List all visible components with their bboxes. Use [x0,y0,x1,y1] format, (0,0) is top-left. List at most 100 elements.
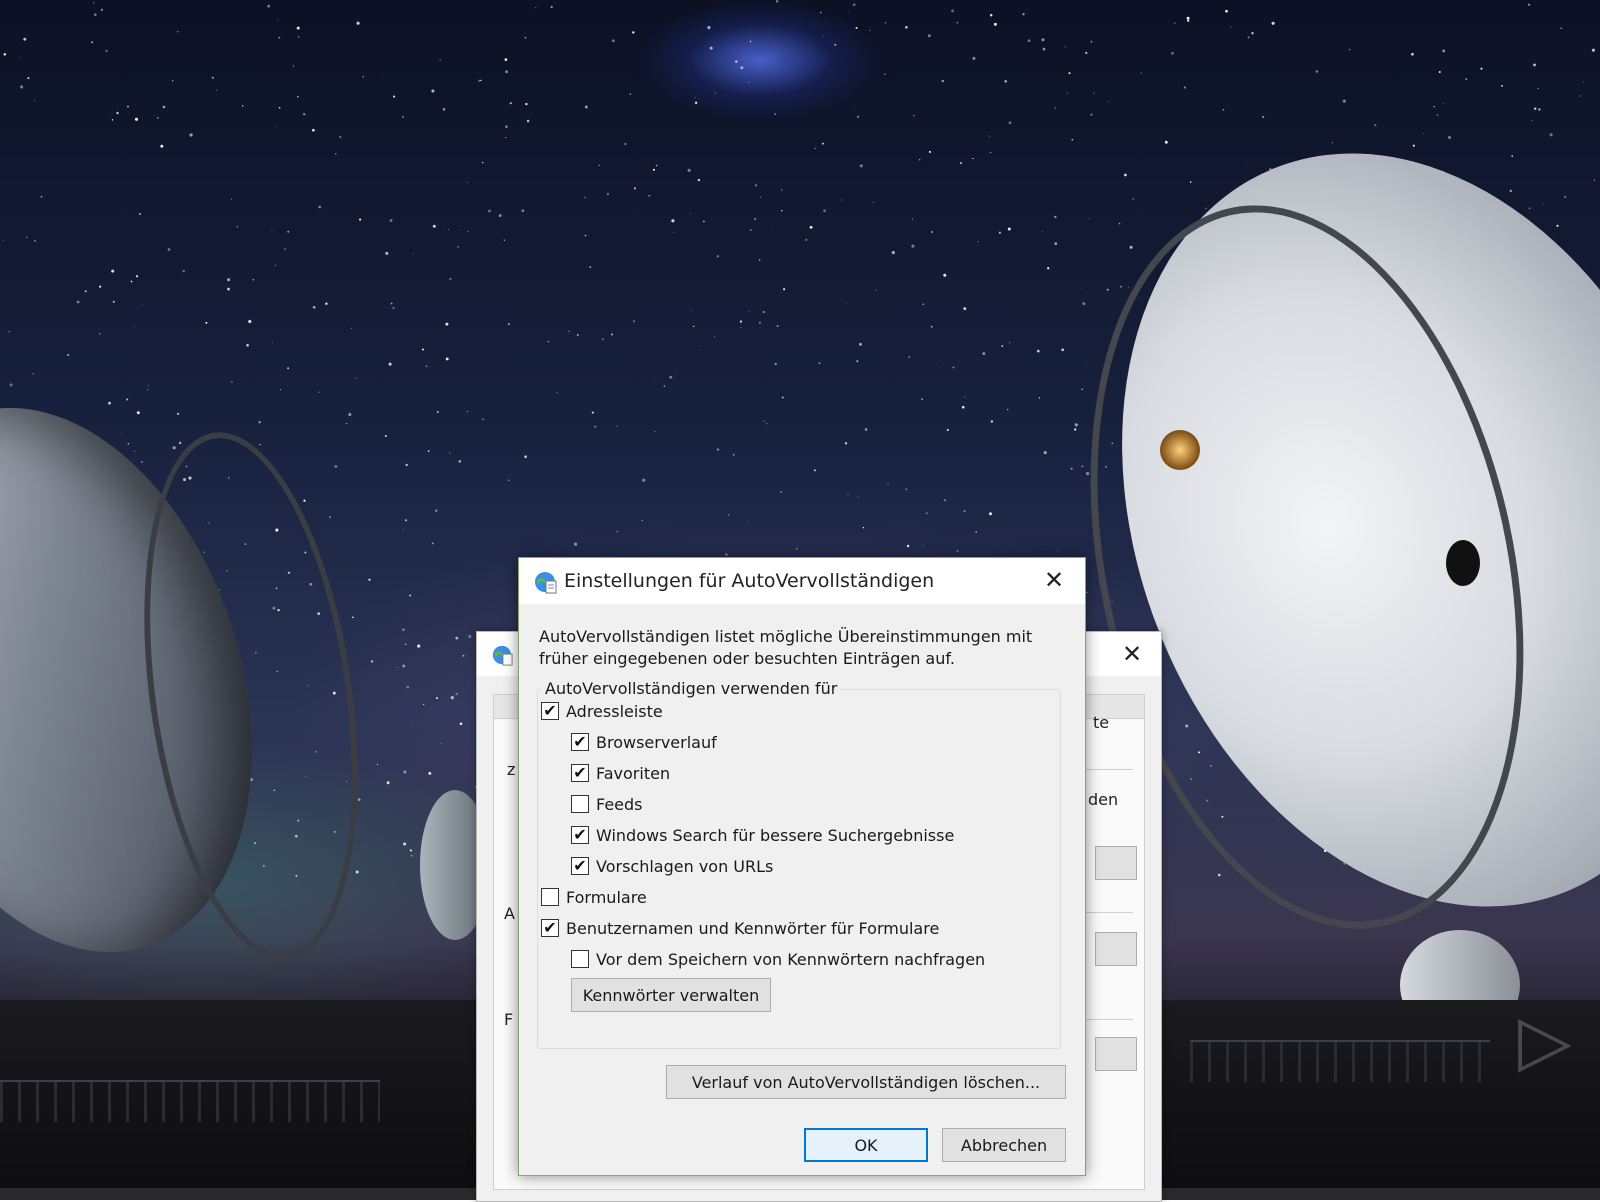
dialog-titlebar[interactable]: Einstellungen für AutoVervollständigen ✕ [519,558,1085,604]
star [781,396,784,399]
checkbox-label[interactable]: Benutzernamen und Kennwörter für Formula… [566,919,939,938]
star [943,499,947,502]
star [776,325,779,328]
checkbox-browserverlauf[interactable]: ✔ Browserverlauf [571,730,717,754]
star [134,117,139,121]
star [925,512,928,515]
star [846,302,848,304]
star [906,544,910,548]
checkbox-vorschlagen-urls[interactable]: ✔ Vorschlagen von URLs [571,854,773,878]
checkbox-label[interactable]: Vor dem Speichern von Kennwörtern nachfr… [596,950,985,969]
checkbox-box[interactable]: ✔ [571,733,589,751]
star [459,229,461,231]
star [856,115,860,118]
star [598,164,600,166]
star [809,225,813,229]
checkbox-benutzernamen-kennwoerter[interactable]: ✔ Benutzernamen und Kennwörter für Formu… [541,916,939,940]
star [505,137,507,139]
star [813,469,816,472]
checkbox-box[interactable]: ✔ [571,764,589,782]
checkbox-label[interactable]: Formulare [566,888,647,907]
star [535,7,537,9]
star [466,181,469,183]
manage-passwords-button[interactable]: Kennwörter verwalten [571,978,771,1012]
cancel-button[interactable]: Abbrechen [942,1128,1066,1162]
checkbox-box[interactable]: ✔ [571,826,589,844]
star [928,150,931,153]
star [1128,287,1129,289]
star [652,168,655,171]
close-button[interactable]: ✕ [1031,564,1077,596]
star [287,367,290,370]
bg-window-button[interactable] [1095,846,1137,880]
star [869,29,871,32]
checkbox-box[interactable]: ✔ [541,702,559,720]
star [859,164,863,168]
star [1022,13,1025,16]
star [346,423,348,425]
checkbox-box[interactable]: ✔ [541,919,559,937]
star [908,356,910,358]
star [1074,428,1077,431]
star [1086,472,1090,476]
star [1001,345,1004,347]
star [1374,124,1377,127]
bg-window-button[interactable] [1095,1037,1137,1071]
star [457,246,459,248]
star [780,491,782,493]
star [1533,63,1536,67]
checkbox-label[interactable]: Browserverlauf [596,733,717,752]
checkbox-label[interactable]: Vorschlagen von URLs [596,857,773,876]
star [905,25,908,29]
checkbox-kennwort-nachfragen[interactable]: Vor dem Speichern von Kennwörtern nachfr… [571,947,985,971]
checkbox-adressleiste[interactable]: ✔ Adressleiste [541,699,663,723]
checkbox-box[interactable] [541,888,559,906]
star [1448,136,1451,139]
star [977,241,979,243]
star [230,198,233,200]
bg-window-close-button[interactable]: ✕ [1109,638,1155,670]
star [507,323,510,326]
checkbox-feeds[interactable]: Feeds [571,792,643,816]
star [405,643,407,645]
star [297,96,299,98]
star [284,248,286,250]
star [1433,105,1435,108]
star [1556,224,1559,227]
star [1171,51,1174,55]
bg-window-text-fragment: F [504,1010,514,1029]
star [713,336,716,338]
ok-button[interactable]: OK [804,1128,928,1162]
star [1591,48,1595,52]
star [780,189,783,191]
checkbox-label[interactable]: Adressleiste [566,702,663,721]
bg-window-button[interactable] [1095,932,1137,966]
star [671,219,675,223]
star [1088,218,1090,220]
checkbox-label[interactable]: Favoriten [596,764,670,783]
checkbox-box[interactable] [571,950,589,968]
checkbox-box[interactable]: ✔ [571,857,589,875]
star [318,391,320,393]
star [133,326,135,328]
star [1070,467,1073,470]
star [1342,99,1346,103]
checkbox-windows-search[interactable]: ✔ Windows Search für bessere Suchergebni… [571,823,954,847]
star [1086,361,1087,363]
star [1047,267,1050,270]
star [703,220,705,223]
star [211,76,214,79]
bg-window-text-fragment: te [1093,713,1110,732]
star [1085,51,1088,54]
checkbox-formulare[interactable]: Formulare [541,885,647,909]
star [40,195,43,198]
star [1132,198,1134,200]
star [1271,21,1275,25]
checkbox-label[interactable]: Feeds [596,795,643,814]
checkbox-box[interactable] [571,795,589,813]
star [20,85,24,89]
checkbox-favoriten[interactable]: ✔ Favoriten [571,761,670,785]
star [127,443,129,445]
checkbox-label[interactable]: Windows Search für bessere Suchergebniss… [596,826,954,845]
delete-autocomplete-history-button[interactable]: Verlauf von AutoVervollständigen löschen… [666,1065,1066,1099]
